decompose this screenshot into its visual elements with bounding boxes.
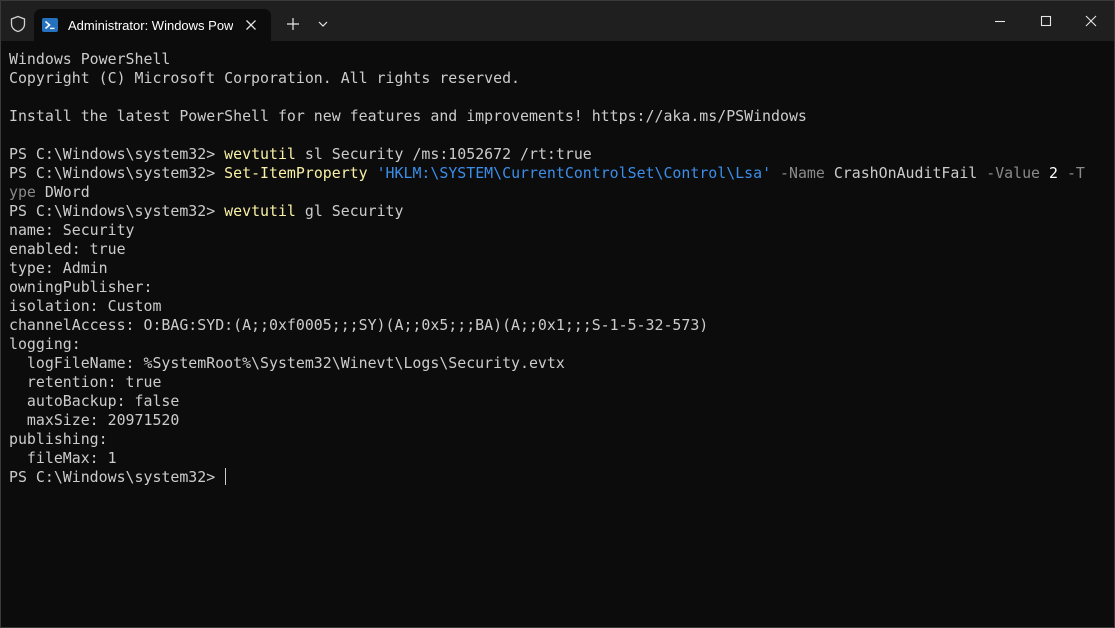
text-cursor: [225, 468, 227, 485]
output-line: autoBackup: false: [9, 392, 180, 410]
command-line: PS C:\Windows\system32> Set-ItemProperty…: [9, 164, 1108, 183]
output-line: isolation: Custom: [9, 297, 162, 315]
plus-icon[interactable]: [286, 17, 300, 31]
value-number: 2: [1049, 164, 1058, 182]
registry-path: 'HKLM:\SYSTEM\CurrentControlSet\Control\…: [376, 164, 772, 182]
type-value: DWord: [35, 183, 90, 201]
prompt: PS C:\Windows\system32>: [9, 145, 225, 163]
minimize-icon[interactable]: [993, 14, 1007, 28]
param-type-wrap: ype: [9, 183, 36, 201]
output-line: maxSize: 20971520: [9, 411, 180, 429]
command-args: gl Security: [295, 202, 404, 220]
param-value: -Value: [986, 164, 1041, 182]
output-line: type: Admin: [9, 259, 108, 277]
output-line: publishing:: [9, 430, 108, 448]
prompt: PS C:\Windows\system32>: [9, 202, 225, 220]
command-line: PS C:\Windows\system32> wevtutil sl Secu…: [9, 145, 1108, 164]
prompt: PS C:\Windows\system32>: [9, 468, 225, 486]
banner-line: Copyright (C) Microsoft Corporation. All…: [9, 69, 521, 87]
command-name: wevtutil: [224, 202, 296, 220]
command-line-active[interactable]: PS C:\Windows\system32>: [9, 468, 1108, 487]
terminal-window: Administrator: Windows PowerShell Window…: [0, 0, 1115, 628]
powershell-icon: [42, 18, 58, 32]
maximize-icon[interactable]: [1039, 14, 1053, 28]
command-name: wevtutil: [224, 145, 296, 163]
output-line: name: Security: [9, 221, 135, 239]
banner-line: Install the latest PowerShell for new fe…: [9, 107, 807, 125]
output-line: enabled: true: [9, 240, 126, 258]
close-icon[interactable]: [1084, 14, 1098, 28]
banner-line: [9, 88, 1108, 107]
command-line: PS C:\Windows\system32> wevtutil gl Secu…: [9, 202, 1108, 221]
command-name: Set-ItemProperty: [224, 164, 368, 182]
output-line: owningPublisher:: [9, 278, 153, 296]
prompt: PS C:\Windows\system32>: [9, 164, 225, 182]
output-line: retention: true: [9, 373, 162, 391]
command-line-wrap: ype DWord: [9, 183, 1108, 202]
banner-line: [9, 126, 1108, 145]
shield-icon: [10, 15, 26, 33]
chevron-down-icon[interactable]: [317, 18, 329, 30]
output-line: channelAccess: O:BAG:SYD:(A;;0xf0005;;;S…: [9, 316, 709, 334]
output-line: fileMax: 1: [9, 449, 117, 467]
command-args: sl Security /ms:1052672 /rt:true: [295, 145, 592, 163]
output-line: logging:: [9, 335, 81, 353]
tab-powershell[interactable]: Administrator: Windows PowerShell: [34, 9, 271, 41]
close-icon[interactable]: [243, 17, 259, 33]
param-name: -Name: [780, 164, 825, 182]
output-line: logFileName: %SystemRoot%\System32\Winev…: [9, 354, 565, 372]
name-value: CrashOnAuditFail: [824, 164, 987, 182]
banner-line: Windows PowerShell: [9, 50, 171, 68]
terminal-output[interactable]: Windows PowerShell Copyright (C) Microso…: [9, 50, 1108, 627]
param-type: -T: [1066, 164, 1085, 182]
tab-title: Administrator: Windows PowerShell: [68, 18, 233, 33]
title-bar[interactable]: Administrator: Windows PowerShell: [1, 1, 1114, 41]
